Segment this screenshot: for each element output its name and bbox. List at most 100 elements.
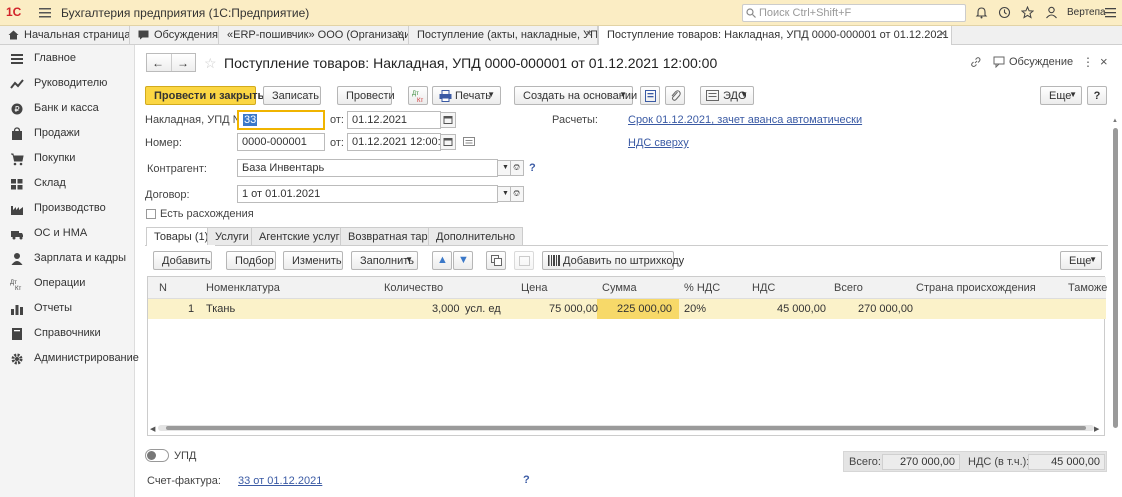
select-button[interactable]: Подбор — [226, 251, 276, 270]
print-button[interactable]: Печать ▼ — [432, 86, 501, 105]
dropdown-icon[interactable]: ▼ — [497, 160, 511, 176]
forward-arrow-icon[interactable]: → — [177, 56, 189, 70]
open-icon[interactable]: ⎊ — [510, 160, 524, 176]
calendar-icon[interactable] — [440, 134, 456, 150]
dtkt-journal-button[interactable]: Дт Кт — [408, 86, 428, 105]
invoice-number-input[interactable]: 33 — [237, 110, 325, 130]
tab-receipts-list[interactable]: Поступление (акты, накладные, УПД) × — [409, 26, 598, 45]
bell-icon[interactable] — [975, 6, 988, 19]
contract-input[interactable]: 1 от 01.01.2021 — [237, 185, 498, 203]
col-country[interactable]: Страна происхождения — [916, 282, 1036, 294]
upd-toggle[interactable] — [145, 449, 169, 462]
structure-button[interactable] — [640, 86, 660, 105]
create-based-on-button[interactable]: Создать на основании ▼ — [514, 86, 637, 105]
discussion-button[interactable]: Обсуждение — [1009, 56, 1073, 68]
sidebar-item-admin[interactable]: Администрирование — [0, 348, 139, 373]
counterparty-input[interactable]: База Инвентарь — [237, 159, 498, 177]
col-customs[interactable]: Таможе — [1068, 282, 1107, 294]
close-icon[interactable]: × — [586, 28, 592, 40]
dropdown-icon[interactable]: ▼ — [497, 186, 511, 202]
sidebar-item-operations[interactable]: Дт Кт Операции — [0, 273, 135, 298]
tab-goods-receipt[interactable]: Поступление товаров: Накладная, УПД 0000… — [598, 26, 952, 45]
calendar-icon[interactable] — [440, 112, 456, 128]
invoice-date-input[interactable]: 01.12.2021 — [347, 111, 441, 129]
back-arrow-icon[interactable]: ← — [152, 56, 164, 70]
sidebar-item-sales[interactable]: Продажи — [0, 123, 135, 148]
settlements-link[interactable]: Срок 01.12.2021, зачет аванса автоматиче… — [628, 114, 862, 126]
tab-organization[interactable]: «ERP-пошивчик» ООО (Организация) × — [219, 26, 409, 45]
close-form-icon[interactable]: × — [1100, 54, 1108, 69]
col-vat-rate[interactable]: % НДС — [684, 282, 720, 294]
edo-button[interactable]: ЭДО ▼ — [700, 86, 754, 105]
sidebar-item-production[interactable]: Производство — [0, 198, 135, 223]
more-button[interactable]: Еще ▼ — [1040, 86, 1082, 105]
move-down-button[interactable]: ▼ — [453, 251, 473, 270]
close-icon[interactable]: × — [397, 28, 403, 40]
sidebar-item-reports[interactable]: Отчеты — [0, 298, 135, 323]
open-icon[interactable]: ⎊ — [510, 186, 524, 202]
tab-goods[interactable]: Товары (1) — [146, 227, 217, 246]
add-row-button[interactable]: Добавить — [153, 251, 212, 270]
counterparty-help-icon[interactable]: ? — [529, 162, 536, 174]
sidebar-item-warehouse[interactable]: Склад — [0, 173, 135, 198]
tab-additional[interactable]: Дополнительно — [428, 227, 524, 245]
main-menu-icon[interactable] — [38, 7, 52, 19]
tab-discussions[interactable]: Обсуждения — [130, 26, 219, 45]
post-and-close-button[interactable]: Провести и закрыть — [145, 86, 264, 105]
add-by-barcode-button[interactable]: Добавить по штрихкоду — [542, 251, 684, 270]
sidebar-item-catalogs[interactable]: Справочники — [0, 323, 135, 348]
tab-home[interactable]: Начальная страница — [0, 26, 130, 45]
scroll-right-icon[interactable]: ▶ — [1094, 425, 1099, 433]
tab-returnable-packaging[interactable]: Возвратная тара — [340, 227, 442, 245]
col-qty[interactable]: Количество — [384, 282, 443, 294]
vat-on-top-link[interactable]: НДС сверху — [628, 137, 689, 149]
comment-icon[interactable] — [463, 137, 475, 147]
discrepancies-checkbox[interactable] — [146, 209, 156, 219]
favorites-star-icon[interactable] — [1021, 6, 1034, 19]
move-up-button[interactable]: ▲ — [432, 251, 452, 270]
invoice-link[interactable]: 33 от 01.12.2021 — [238, 475, 322, 487]
edit-button[interactable]: Изменить — [283, 251, 343, 270]
sidebar-item-main[interactable]: Главное — [0, 48, 135, 73]
current-user[interactable]: Вертепа — [1067, 7, 1106, 18]
more-vertical-icon[interactable]: ⋮ — [1082, 55, 1094, 69]
scroll-left-icon[interactable]: ◀ — [150, 425, 155, 433]
close-icon[interactable]: × — [940, 28, 946, 40]
fill-button[interactable]: Заполнить ▼ — [351, 251, 418, 270]
history-icon[interactable] — [998, 6, 1011, 19]
table-row[interactable]: 1 Ткань 3,000 усл. ед 75 000,00 225 000,… — [148, 299, 1106, 319]
scrollbar-thumb[interactable] — [166, 426, 1086, 430]
col-item[interactable]: Номенклатура — [206, 282, 280, 294]
invoice-help-icon[interactable]: ? — [523, 474, 530, 486]
col-vat[interactable]: НДС — [752, 282, 775, 294]
attachments-button[interactable] — [665, 86, 685, 105]
col-total[interactable]: Всего — [834, 282, 863, 294]
col-n[interactable]: N — [159, 282, 167, 294]
paste-row-button[interactable] — [514, 251, 534, 270]
sidebar-item-salary[interactable]: Зарплата и кадры — [0, 248, 135, 273]
user-icon[interactable] — [1045, 6, 1058, 19]
save-button[interactable]: Записать — [263, 86, 321, 105]
copy-row-button[interactable] — [486, 251, 506, 270]
vertical-scrollbar[interactable]: ▲ — [1112, 118, 1119, 438]
col-price[interactable]: Цена — [521, 282, 547, 294]
sidebar-item-bank[interactable]: ₽ Банк и касса — [0, 98, 135, 123]
favorite-star-icon[interactable]: ☆ — [204, 55, 217, 72]
tab-services[interactable]: Услуги — [207, 227, 257, 245]
doc-number-input[interactable]: 0000-000001 — [237, 133, 325, 151]
doc-date-input[interactable]: 01.12.2021 12:00:00 — [347, 133, 441, 151]
post-button[interactable]: Провести — [337, 86, 395, 105]
col-sum[interactable]: Сумма — [602, 282, 637, 294]
horizontal-scrollbar[interactable] — [158, 425, 1094, 431]
scrollbar-thumb[interactable] — [1113, 128, 1118, 428]
discussion-icon[interactable] — [993, 56, 1005, 68]
help-button[interactable]: ? — [1087, 86, 1107, 105]
table-more-button[interactable]: Еще ▼ — [1060, 251, 1102, 270]
sidebar-item-manager[interactable]: Руководителю — [0, 73, 135, 98]
scroll-up-icon[interactable]: ▲ — [1112, 118, 1118, 124]
sidebar-item-fixed-assets[interactable]: ОС и НМА — [0, 223, 135, 248]
global-search-input[interactable]: Поиск Ctrl+Shift+F — [742, 4, 966, 22]
link-icon[interactable] — [970, 56, 982, 68]
sidebar-item-purchases[interactable]: Покупки — [0, 148, 135, 173]
tab-agent-services[interactable]: Агентские услуги — [251, 227, 354, 245]
